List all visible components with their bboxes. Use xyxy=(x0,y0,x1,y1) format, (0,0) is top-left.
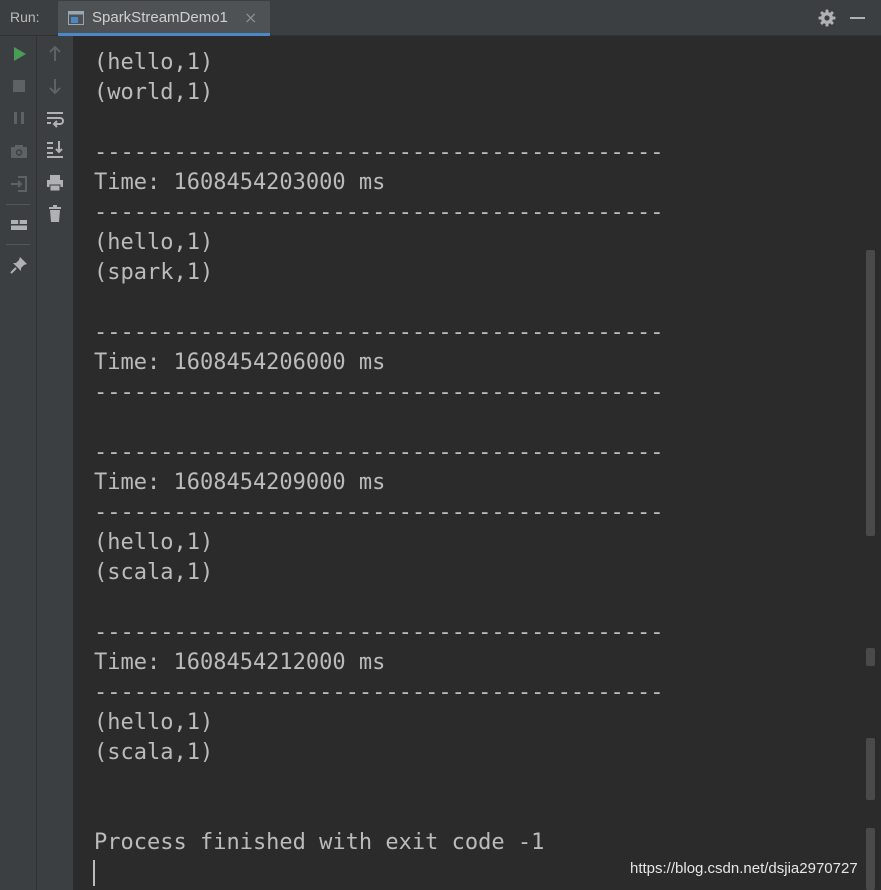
console-line: (scala,1) xyxy=(94,560,214,585)
scroll-to-end-icon[interactable] xyxy=(44,138,66,160)
console-line: ----------------------------------------… xyxy=(94,200,664,225)
pause-icon[interactable] xyxy=(8,107,30,129)
console-line: Time: 1608454212000 ms xyxy=(94,650,386,675)
console-output[interactable]: (hello,1) (world,1) ----------------------… xyxy=(74,36,864,890)
print-icon[interactable] xyxy=(44,172,66,194)
arrow-up-icon[interactable] xyxy=(44,43,66,65)
console-line: (hello,1) xyxy=(94,710,214,735)
console-line: Process finished with exit code -1 xyxy=(94,830,545,855)
console-line: (scala,1) xyxy=(94,740,214,765)
gear-icon[interactable] xyxy=(818,9,836,27)
console-line: ----------------------------------------… xyxy=(94,440,664,465)
scrollbar-marker xyxy=(866,738,875,800)
close-icon[interactable]: × xyxy=(244,8,257,27)
console-line: Time: 1608454203000 ms xyxy=(94,170,386,195)
console-line: ----------------------------------------… xyxy=(94,140,664,165)
console-line: (hello,1) xyxy=(94,530,214,555)
toolbar-separator xyxy=(6,244,30,245)
console-line: (spark,1) xyxy=(94,260,214,285)
console-line: ----------------------------------------… xyxy=(94,320,664,345)
watermark-text: https://blog.csdn.net/dsjia2970727 xyxy=(630,860,858,877)
minimize-icon[interactable] xyxy=(850,17,865,19)
scrollbar-marker xyxy=(866,828,875,890)
console-line: (hello,1) xyxy=(94,50,214,75)
console-icon xyxy=(68,10,84,25)
tab-sparkstreamdemo1[interactable]: SparkStreamDemo1 × xyxy=(58,1,270,36)
toolbar-separator xyxy=(6,204,30,205)
console-line: ----------------------------------------… xyxy=(94,620,664,645)
arrow-down-icon[interactable] xyxy=(44,75,66,97)
text-cursor xyxy=(93,860,95,886)
trash-icon[interactable] xyxy=(44,203,66,225)
run-tool-window-header: Run: SparkStreamDemo1 × xyxy=(0,0,881,36)
soft-wrap-icon[interactable] xyxy=(44,107,66,129)
console-line: Time: 1608454209000 ms xyxy=(94,470,386,495)
layout-icon[interactable] xyxy=(8,214,30,236)
console-line: ----------------------------------------… xyxy=(94,500,664,525)
run-actions-toolbar xyxy=(0,36,37,890)
console-line: (hello,1) xyxy=(94,230,214,255)
scrollbar-thumb[interactable] xyxy=(866,250,875,536)
console-line: ----------------------------------------… xyxy=(94,680,664,705)
console-actions-toolbar xyxy=(37,36,74,890)
run-icon[interactable] xyxy=(8,43,30,65)
pin-icon[interactable] xyxy=(8,254,30,276)
console-line: (world,1) xyxy=(94,80,214,105)
console-line: ----------------------------------------… xyxy=(94,380,664,405)
screenshot-icon[interactable] xyxy=(8,140,30,162)
console-line: Time: 1608454206000 ms xyxy=(94,350,386,375)
run-tool-window: Run: SparkStreamDemo1 × (hello,1) (world… xyxy=(0,0,881,890)
scrollbar-marker xyxy=(866,648,875,666)
stop-icon[interactable] xyxy=(8,75,30,97)
exit-icon[interactable] xyxy=(8,173,30,195)
run-label: Run: xyxy=(10,9,40,25)
tab-title: SparkStreamDemo1 xyxy=(92,9,228,26)
